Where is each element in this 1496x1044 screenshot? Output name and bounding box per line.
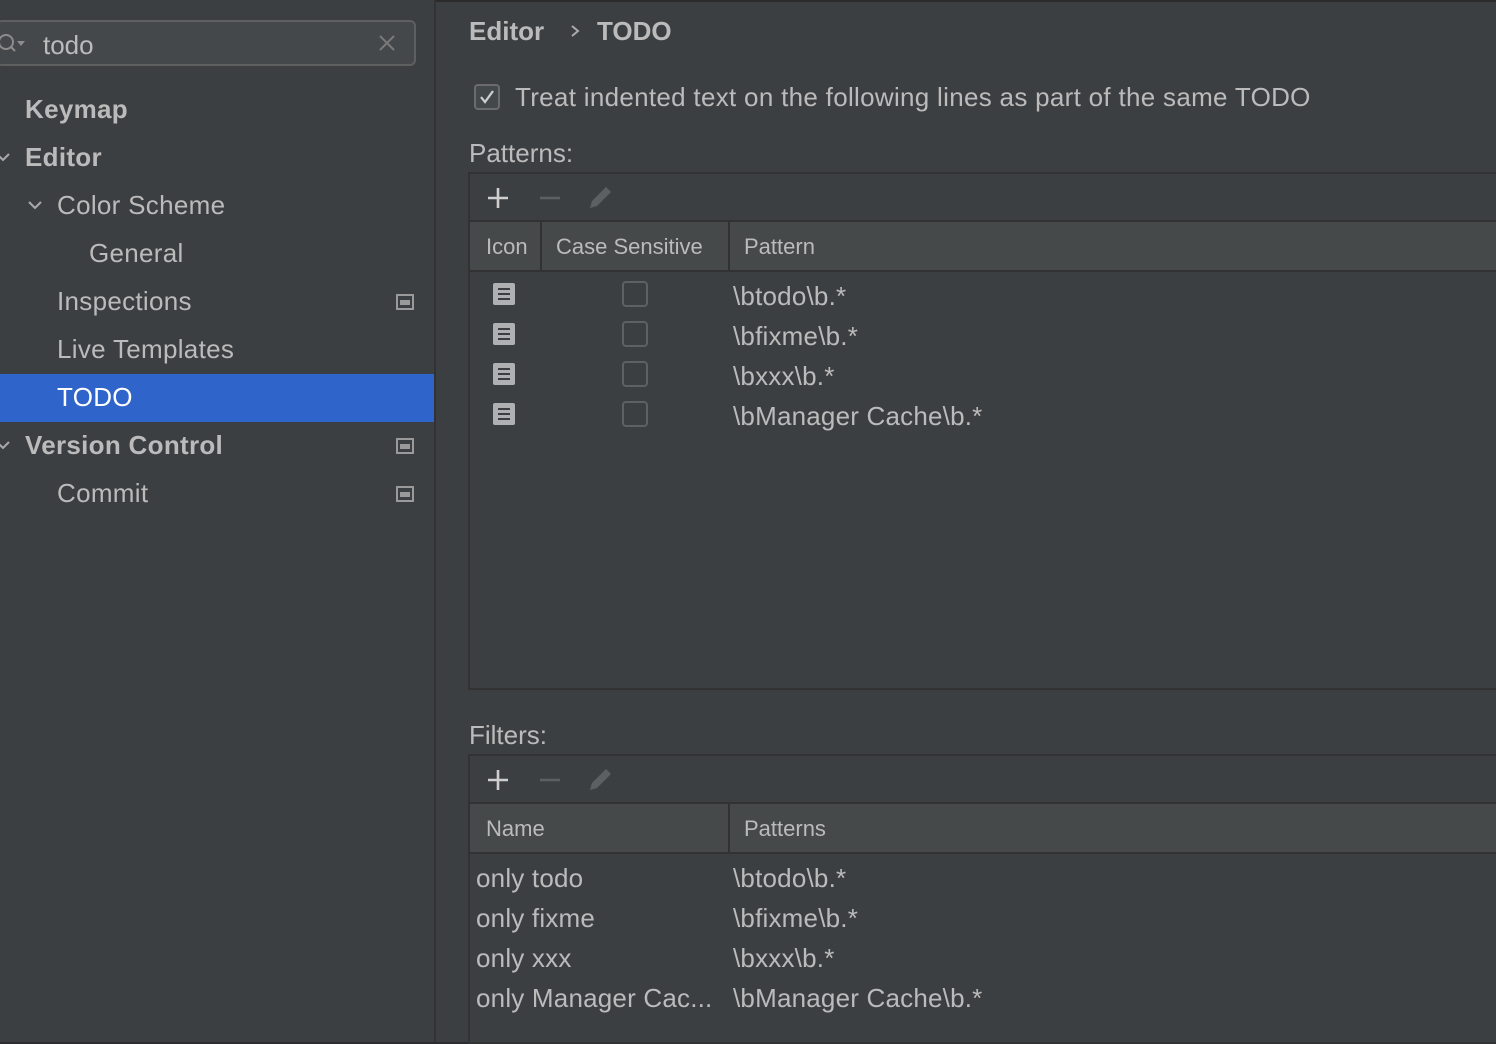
- sidebar-item-label: Live Templates: [57, 334, 235, 364]
- filter-patterns: \btodo\b.*: [733, 863, 847, 893]
- sidebar-item-label: Color Scheme: [57, 190, 226, 220]
- filter-name: only Manager Cac...: [476, 983, 713, 1013]
- case-sensitive-checkbox[interactable]: [622, 281, 648, 307]
- chevron-right-icon: [571, 25, 580, 37]
- filter-patterns: \bfixme\b.*: [733, 903, 859, 933]
- document-icon: [493, 323, 515, 345]
- sidebar-item-inspections[interactable]: Inspections: [0, 278, 434, 326]
- pattern-value: \btodo\b.*: [733, 281, 847, 311]
- column-divider: [540, 222, 542, 270]
- sidebar-item-general[interactable]: General: [0, 230, 434, 278]
- case-sensitive-checkbox[interactable]: [622, 401, 648, 427]
- filters-toolbar: [470, 756, 1496, 804]
- column-divider: [728, 222, 730, 270]
- pattern-value: \bxxx\b.*: [733, 361, 835, 391]
- filters-table-header: Name Patterns: [470, 804, 1496, 854]
- filter-patterns: \bxxx\b.*: [733, 943, 835, 973]
- sidebar-item-keymap[interactable]: Keymap: [0, 86, 434, 134]
- patterns-label: Patterns:: [469, 138, 574, 168]
- column-header-pattern[interactable]: Pattern: [744, 234, 815, 260]
- sidebar-item-todo[interactable]: TODO: [0, 374, 434, 422]
- settings-sidebar: todo Keymap Editor Color Scheme General …: [0, 0, 434, 1042]
- top-border: [436, 0, 1496, 2]
- edit-icon[interactable]: [586, 766, 614, 794]
- close-icon[interactable]: [376, 32, 398, 54]
- column-divider: [728, 804, 730, 852]
- chevron-down-icon: [28, 201, 42, 210]
- add-icon[interactable]: [484, 766, 512, 794]
- sidebar-item-label: General: [89, 238, 184, 268]
- project-settings-icon: [396, 486, 414, 502]
- page-title: TODO: [597, 16, 672, 46]
- treat-indented-checkbox[interactable]: [474, 84, 500, 110]
- filters-label: Filters:: [469, 720, 547, 750]
- column-header-patterns[interactable]: Patterns: [744, 816, 826, 842]
- sidebar-item-label: Editor: [25, 142, 102, 172]
- add-icon[interactable]: [484, 184, 512, 212]
- case-sensitive-checkbox[interactable]: [622, 361, 648, 387]
- filter-name: only fixme: [476, 903, 596, 933]
- filter-name: only xxx: [476, 943, 572, 973]
- filter-patterns: \bManager Cache\b.*: [733, 983, 983, 1013]
- column-header-name[interactable]: Name: [486, 816, 545, 842]
- search-field[interactable]: todo: [0, 20, 416, 66]
- pattern-value: \bManager Cache\b.*: [733, 401, 983, 431]
- chevron-down-icon: [0, 441, 10, 450]
- pattern-value: \bfixme\b.*: [733, 321, 859, 351]
- sidebar-item-color-scheme[interactable]: Color Scheme: [0, 182, 434, 230]
- edit-icon[interactable]: [586, 184, 614, 212]
- sidebar-item-editor[interactable]: Editor: [0, 134, 434, 182]
- filter-name: only todo: [476, 863, 584, 893]
- project-settings-icon: [396, 294, 414, 310]
- sidebar-item-live-templates[interactable]: Live Templates: [0, 326, 434, 374]
- checkmark-icon: [480, 90, 494, 104]
- sidebar-item-label: Commit: [57, 478, 149, 508]
- remove-icon[interactable]: [536, 184, 564, 212]
- chevron-down-icon: [0, 153, 10, 162]
- project-settings-icon: [396, 438, 414, 454]
- document-icon: [493, 403, 515, 425]
- patterns-table-header: Icon Case Sensitive Pattern: [470, 222, 1496, 272]
- document-icon: [493, 283, 515, 305]
- sidebar-item-commit[interactable]: Commit: [0, 470, 434, 518]
- sidebar-item-version-control[interactable]: Version Control: [0, 422, 434, 470]
- sidebar-item-label: TODO: [57, 382, 133, 412]
- column-header-icon[interactable]: Icon: [486, 234, 528, 260]
- patterns-toolbar: [470, 174, 1496, 222]
- sidebar-item-label: Inspections: [57, 286, 192, 316]
- remove-icon[interactable]: [536, 766, 564, 794]
- document-icon: [493, 363, 515, 385]
- search-icon: [0, 34, 25, 52]
- breadcrumb-parent[interactable]: Editor: [469, 16, 544, 47]
- sidebar-item-label: Keymap: [25, 94, 128, 124]
- sidebar-item-label: Version Control: [25, 430, 224, 460]
- search-input[interactable]: todo: [43, 30, 94, 61]
- case-sensitive-checkbox[interactable]: [622, 321, 648, 347]
- column-header-case-sensitive[interactable]: Case Sensitive: [556, 234, 703, 260]
- treat-indented-label[interactable]: Treat indented text on the following lin…: [515, 82, 1311, 113]
